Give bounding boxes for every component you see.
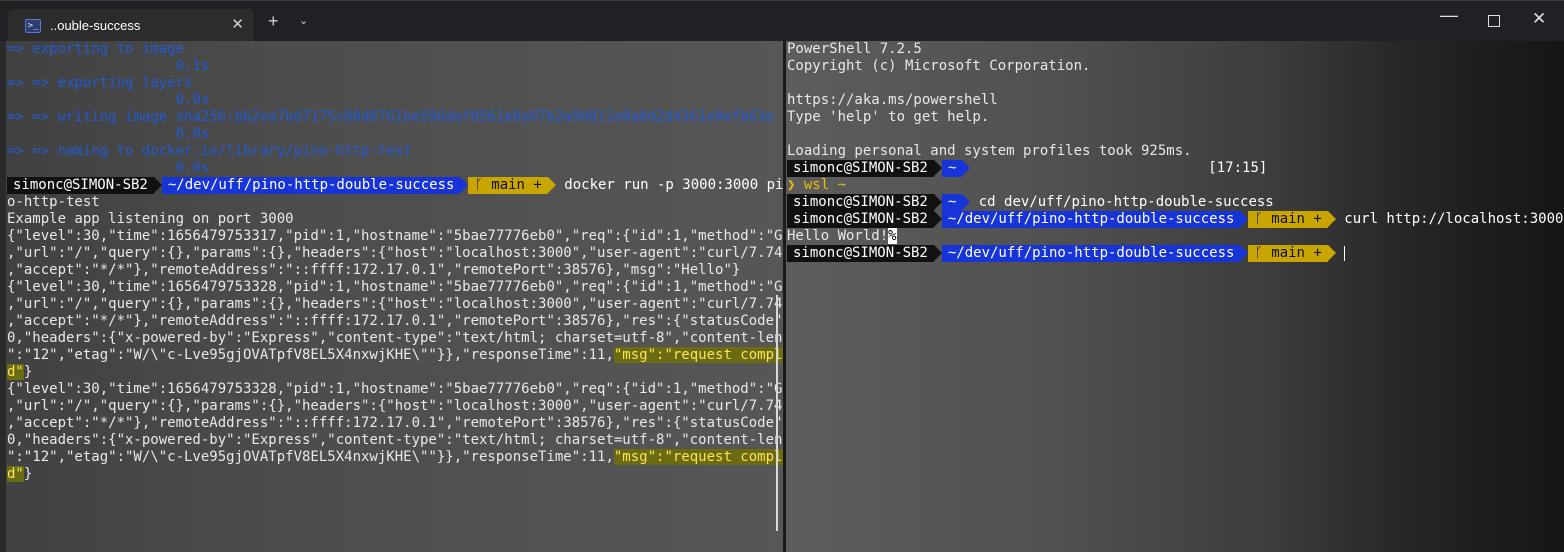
- tab-title: ..ouble-success: [50, 18, 141, 33]
- powerline-separator: [933, 245, 942, 261]
- powerline-separator: [933, 194, 942, 210]
- log-line: ,"url":"/","query":{},"params":{},"heade…: [7, 296, 783, 312]
- powerline-separator: [962, 160, 971, 176]
- build-time: 0.0s: [7, 126, 210, 142]
- log-line: {"level":30,"time":1656479753328,"pid":1…: [7, 381, 783, 397]
- log-line: Example app listening on port 3000: [7, 211, 294, 227]
- command-output: Hello World!%: [787, 228, 1563, 245]
- scrollbar[interactable]: [776, 295, 778, 531]
- log-line: d"}: [7, 466, 783, 483]
- powerline-separator: [933, 160, 942, 176]
- log-line: ":"12","etag":"W/\"c-Lve95gjOVATpfV8EL5X…: [7, 449, 783, 466]
- prompt-git-branch: ᚴ main +: [468, 177, 548, 194]
- log-line: ":"12","etag":"W/\"c-Lve95gjOVATpfV8EL5X…: [7, 347, 783, 364]
- close-window-button[interactable]: ✕: [1532, 9, 1546, 29]
- wsl-command: ❯ wsl ~: [787, 177, 847, 193]
- prompt-directory: ~: [941, 194, 963, 211]
- powerline-separator: [933, 211, 942, 227]
- powershell-icon: >_: [25, 19, 41, 33]
- shell-prompt: simonc@SIMON-SB2 ~/dev/uff/pino-http-doub…: [7, 177, 783, 194]
- build-time: 0.1s: [7, 58, 210, 74]
- log-line: 0,"headers":{"x-powered-by":"Express","c…: [7, 432, 783, 448]
- prompt-user: simonc@SIMON-SB2: [787, 211, 934, 228]
- log-line: ,"accept":"*/*"},"remoteAddress":"::ffff…: [7, 313, 783, 329]
- log-line: ,"url":"/","query":{},"params":{},"heade…: [7, 398, 783, 414]
- header-line: Copyright (c) Microsoft Corporation.: [787, 58, 1091, 74]
- output-text: Hello World!: [787, 228, 889, 244]
- log-text: ":"12","etag":"W/\"c-Lve95gjOVATpfV8EL5X…: [7, 449, 614, 465]
- log-line: ,"accept":"*/*"},"remoteAddress":"::ffff…: [7, 262, 741, 278]
- shell-prompt: simonc@SIMON-SB2 ~ [17:15]: [787, 160, 1563, 177]
- powerline-separator: [1240, 211, 1249, 227]
- powerline-separator: [153, 177, 162, 193]
- text-cursor[interactable]: [1344, 245, 1346, 261]
- title-bar: >_ ..ouble-success ✕ + ⌄ — ✕: [0, 0, 1564, 42]
- powerline-separator: [962, 194, 971, 210]
- terminal-output-right: PowerShell 7.2.5 Copyright (c) Microsoft…: [787, 41, 1563, 262]
- shell-prompt: simonc@SIMON-SB2 ~/dev/uff/pino-http-doub…: [787, 211, 1563, 228]
- log-text: }: [23, 364, 33, 380]
- chevron-down-icon[interactable]: ⌄: [299, 14, 308, 27]
- terminal-pane-left[interactable]: => exporting to image 0.1s => => exporti…: [6, 41, 783, 552]
- new-tab-button[interactable]: +: [268, 11, 279, 32]
- command-wrap: o-http-test: [7, 194, 100, 210]
- powerline-separator: [1240, 245, 1249, 261]
- prompt-directory: ~/dev/uff/pino-http-double-success: [941, 211, 1241, 228]
- minimize-button[interactable]: —: [1440, 5, 1458, 26]
- header-line: PowerShell 7.2.5: [787, 41, 922, 57]
- prompt-directory: ~/dev/uff/pino-http-double-success: [161, 177, 461, 194]
- terminal-output-left: => exporting to image 0.1s => => exporti…: [7, 41, 783, 483]
- highlighted-msg: "msg":"request complete: [613, 347, 783, 363]
- log-text: }: [23, 466, 33, 482]
- highlighted-msg: d": [7, 364, 24, 380]
- prompt-directory: ~/dev/uff/pino-http-double-success: [941, 245, 1241, 262]
- powerline-separator: [460, 177, 469, 193]
- log-line: 0,"headers":{"x-powered-by":"Express","c…: [7, 330, 783, 346]
- command-text: curl http://localhost:3000: [1344, 211, 1564, 227]
- prompt-user: simonc@SIMON-SB2: [787, 245, 934, 262]
- log-line: {"level":30,"time":1656479753328,"pid":1…: [7, 279, 783, 295]
- log-line: d"}: [7, 364, 783, 381]
- prompt-user: simonc@SIMON-SB2: [787, 160, 934, 177]
- build-line: => => exporting layers: [7, 75, 193, 91]
- highlighted-msg: d": [7, 466, 24, 482]
- log-line: ,"url":"/","query":{},"params":{},"heade…: [7, 245, 783, 261]
- header-line: Type 'help' to get help.: [787, 109, 990, 125]
- prompt-git-branch: ᚴ main +: [1248, 211, 1328, 228]
- log-text: ":"12","etag":"W/\"c-Lve95gjOVATpfV8EL5X…: [7, 347, 614, 363]
- header-line: Loading personal and system profiles too…: [787, 143, 1192, 159]
- header-line: [787, 75, 1563, 92]
- command-text: cd dev/uff/pino-http-double-success: [978, 194, 1274, 210]
- log-line: ,"accept":"*/*"},"remoteAddress":"::ffff…: [7, 415, 783, 431]
- powerline-separator: [1327, 245, 1336, 261]
- shell-prompt: simonc@SIMON-SB2 ~ cd dev/uff/pino-http-d…: [787, 194, 1563, 211]
- shell-prompt: simonc@SIMON-SB2 ~/dev/uff/pino-http-doub…: [787, 245, 1563, 262]
- prompt-user: simonc@SIMON-SB2: [7, 177, 154, 194]
- no-newline-marker: %: [888, 228, 897, 244]
- build-line: => => writing image sha256:bb2ea7bd7175c…: [7, 109, 775, 125]
- terminal-pane-right[interactable]: PowerShell 7.2.5 Copyright (c) Microsoft…: [786, 41, 1564, 552]
- powerline-separator: [1327, 211, 1336, 227]
- prompt-user: simonc@SIMON-SB2: [787, 194, 934, 211]
- prompt-git-branch: ᚴ main +: [1248, 245, 1328, 262]
- prompt-directory: ~: [941, 160, 963, 177]
- tab-close-icon[interactable]: ✕: [231, 15, 244, 33]
- maximize-button[interactable]: [1488, 15, 1500, 27]
- build-line: => => naming to docker.io/library/pino-h…: [7, 143, 412, 159]
- header-line: [787, 126, 1563, 143]
- log-line: {"level":30,"time":1656479753317,"pid":1…: [7, 228, 783, 244]
- build-time: 0.0s: [7, 92, 210, 108]
- powerline-separator: [547, 177, 556, 193]
- highlighted-msg: "msg":"request complete: [613, 449, 783, 465]
- command-text: docker run -p 3000:3000 pin: [564, 177, 783, 193]
- tab-active[interactable]: >_ ..ouble-success ✕: [8, 9, 254, 42]
- prompt-time: [17:15]: [1208, 160, 1268, 176]
- header-line: https://aka.ms/powershell: [787, 92, 998, 108]
- build-line: => exporting to image: [7, 41, 185, 57]
- build-time: 0.0s: [7, 160, 210, 176]
